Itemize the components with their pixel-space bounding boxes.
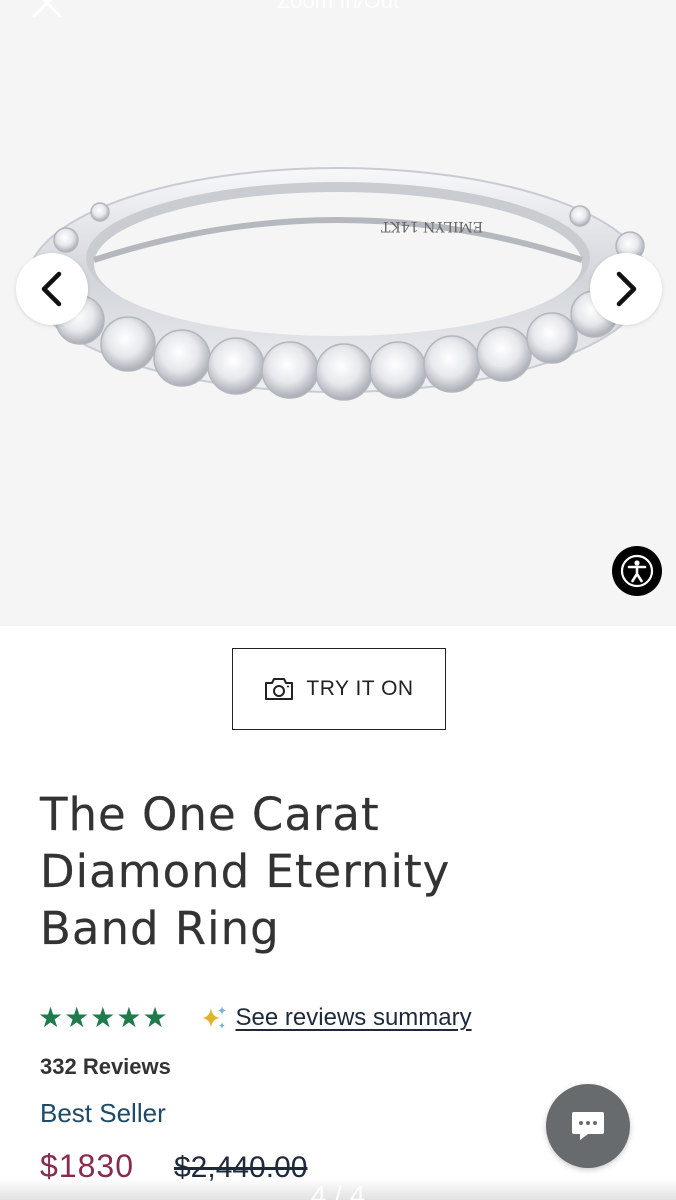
product-title-line: Diamond Eternity bbox=[40, 845, 451, 898]
previous-image-button[interactable] bbox=[16, 253, 88, 325]
next-image-button[interactable] bbox=[590, 253, 662, 325]
product-title: The One Carat Diamond Eternity Band Ring bbox=[40, 786, 640, 957]
see-reviews-summary-link[interactable]: See reviews summary bbox=[236, 1004, 472, 1032]
chevron-left-icon bbox=[41, 271, 62, 307]
star-icon: ★ bbox=[116, 1002, 142, 1033]
ring-product-image: EMILYN 14KT bbox=[27, 167, 649, 401]
chat-button[interactable] bbox=[546, 1084, 630, 1168]
accessibility-button[interactable] bbox=[612, 546, 662, 596]
accessibility-icon bbox=[620, 554, 654, 588]
star-icon: ★ bbox=[90, 1002, 116, 1033]
camera-icon bbox=[265, 678, 294, 700]
star-icon: ★ bbox=[64, 1002, 90, 1033]
product-image-gallery[interactable]: Zoom In/Out EMILYN 14KT bbox=[0, 0, 676, 626]
best-seller-badge: Best Seller bbox=[40, 1098, 166, 1128]
chat-icon bbox=[572, 1112, 604, 1140]
zoom-label: Zoom In/Out bbox=[276, 0, 400, 13]
star-rating[interactable]: ★ ★ ★ ★ ★ bbox=[38, 1004, 168, 1032]
try-it-on-label: TRY IT ON bbox=[306, 677, 414, 700]
review-count[interactable]: 332 Reviews bbox=[40, 1054, 171, 1080]
star-icon: ★ bbox=[142, 1002, 168, 1033]
chevron-right-icon bbox=[616, 271, 637, 307]
product-title-line: The One Carat bbox=[40, 788, 380, 841]
star-icon: ★ bbox=[38, 1002, 64, 1033]
product-title-line: Band Ring bbox=[40, 902, 280, 955]
rating-row: ★ ★ ★ ★ ★ See reviews summary bbox=[38, 1004, 472, 1032]
try-it-on-button[interactable]: TRY IT ON bbox=[232, 648, 446, 730]
image-page-indicator: 4 / 4 bbox=[310, 1180, 366, 1200]
sparkle-icon bbox=[201, 1006, 226, 1029]
ring-engraving: EMILYN 14KT bbox=[380, 218, 483, 234]
